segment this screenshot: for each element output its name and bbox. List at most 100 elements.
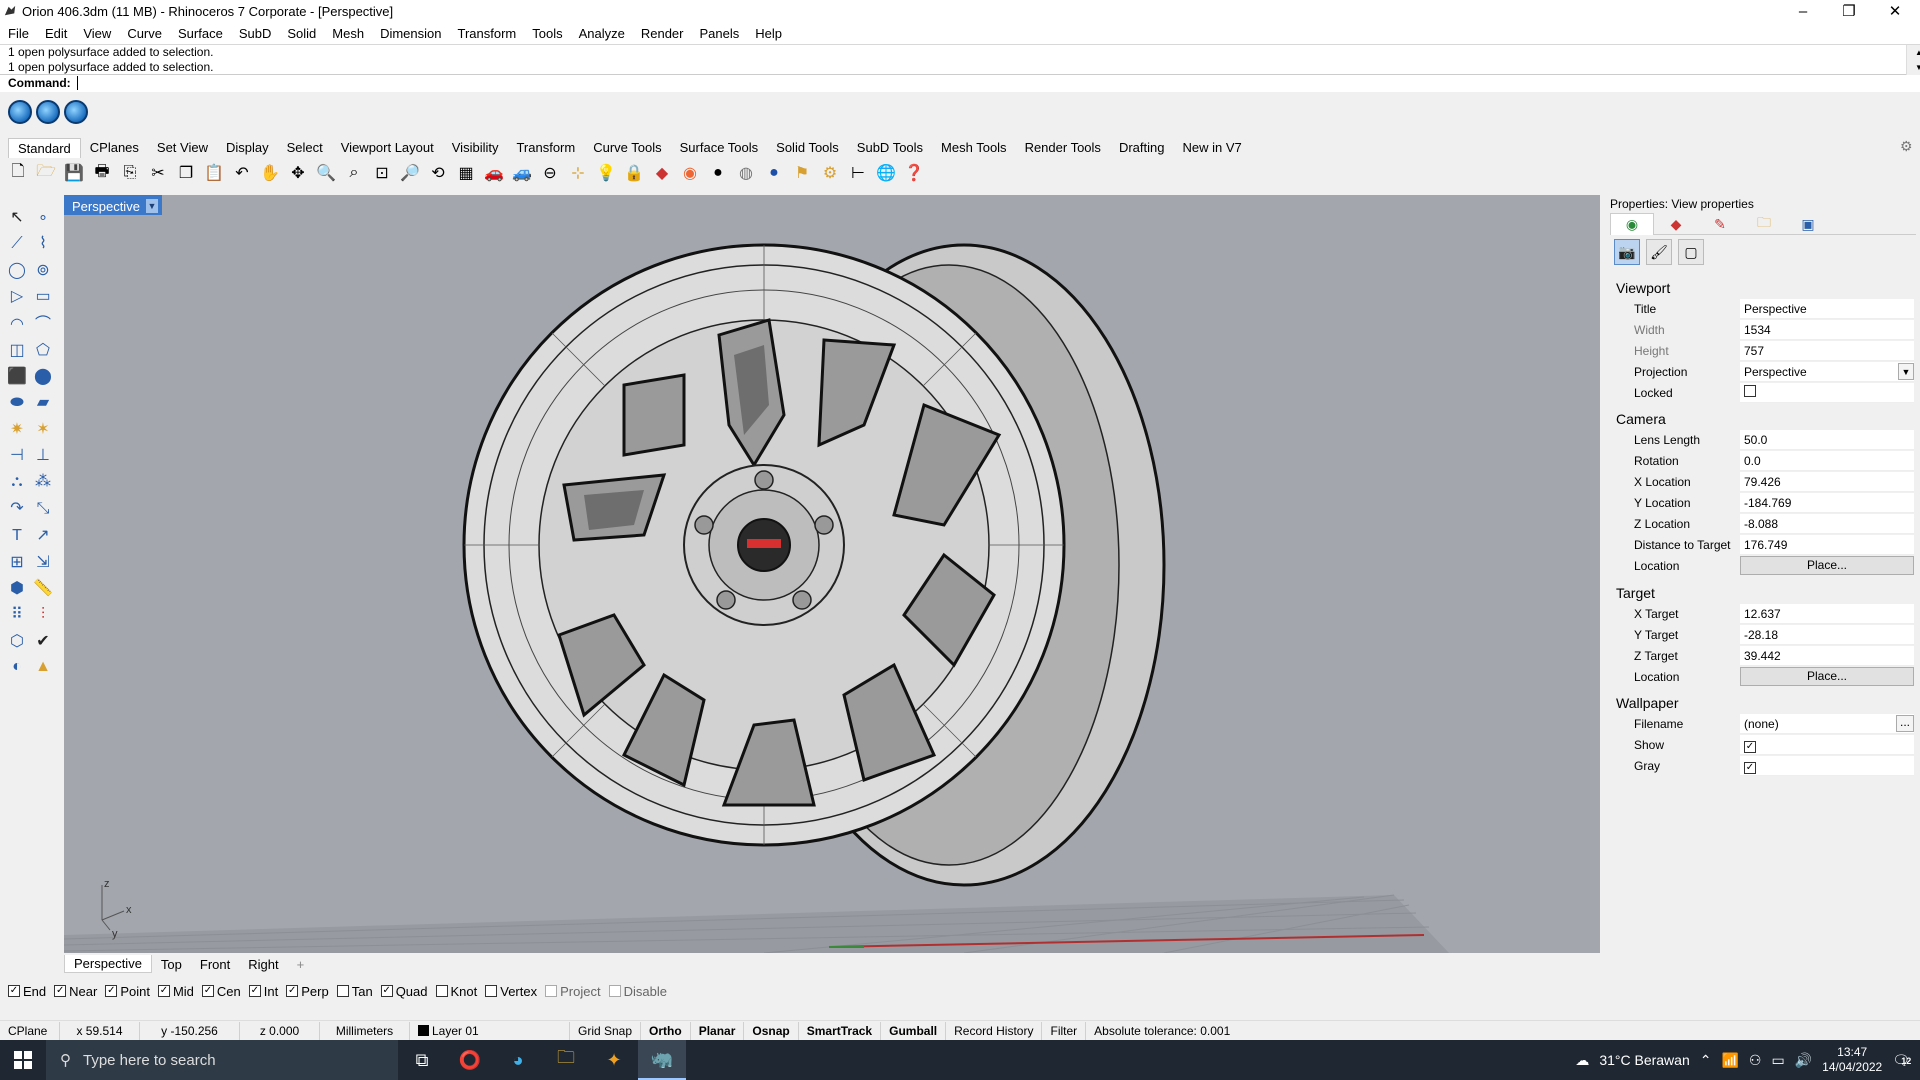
select-arrow-icon[interactable]: ↖ [4, 204, 30, 230]
four-view-icon[interactable]: ▦ [454, 161, 478, 185]
status-units[interactable]: Millimeters [320, 1021, 410, 1040]
camera-place-button[interactable]: Place... [1740, 556, 1914, 575]
named-views-tab-icon[interactable]: ▣ [1786, 213, 1830, 235]
menu-analyze[interactable]: Analyze [571, 26, 633, 41]
pan-hand-icon[interactable]: ✋ [258, 161, 282, 185]
move-view-icon[interactable]: ✥ [286, 161, 310, 185]
join-icon[interactable]: ⛬ [4, 469, 30, 495]
frame-icon[interactable]: ▢ [1678, 239, 1704, 265]
cplane-icon[interactable]: ⊖ [538, 161, 562, 185]
view-tab-right[interactable]: Right [239, 957, 287, 972]
locked-checkbox[interactable] [1744, 384, 1756, 397]
y-location-field[interactable]: -184.769 [1740, 492, 1914, 513]
curve-icon[interactable]: ⌇ [30, 230, 56, 256]
circle-icon[interactable]: ◯ [4, 257, 30, 283]
camera-icon[interactable]: 📷 [1614, 239, 1640, 265]
tab-mesh-tools[interactable]: Mesh Tools [932, 138, 1016, 158]
checkbox[interactable]: ✓ [286, 985, 299, 997]
tab-display[interactable]: Display [217, 138, 278, 158]
render-icon[interactable]: ● [762, 161, 786, 185]
tab-transform[interactable]: Transform [507, 138, 584, 158]
text-icon[interactable]: T [4, 523, 30, 549]
osnap-tan[interactable]: Tan [336, 984, 373, 999]
osnap-toggle[interactable]: Osnap [744, 1021, 799, 1040]
box-icon[interactable]: ⬛ [4, 363, 30, 389]
menu-surface[interactable]: Surface [170, 26, 231, 41]
lightbulb-icon[interactable]: 💡 [594, 161, 618, 185]
gear-icon[interactable]: ⚙ [1900, 138, 1913, 155]
status-cplane[interactable]: CPlane [0, 1021, 60, 1040]
help-icon[interactable]: ❓ [902, 161, 926, 185]
boolean-icon[interactable]: ⬤ [30, 363, 56, 389]
render-mesh-icon[interactable]: ✶ [30, 416, 56, 442]
notification-icon[interactable]: 🗨 12 [1892, 1052, 1911, 1069]
settings-gears-icon[interactable]: ⚙ [818, 161, 842, 185]
rotate-icon[interactable]: ↷ [4, 495, 30, 521]
x-location-field[interactable]: 79.426 [1740, 471, 1914, 492]
fillet-icon[interactable]: ⌒ [30, 309, 56, 335]
menu-file[interactable]: File [0, 26, 37, 41]
osnap-project[interactable]: Project [545, 984, 601, 999]
clock[interactable]: 13:47 14/04/2022 [1822, 1045, 1882, 1075]
surface-edge-icon[interactable]: ⬠ [30, 337, 56, 363]
add-view-icon[interactable]: + [288, 957, 314, 972]
osnap-mid[interactable]: ✓ Mid [157, 984, 194, 999]
gray-checkbox[interactable]: ✓ [1744, 761, 1756, 774]
rotation-field[interactable]: 0.0 [1740, 450, 1914, 471]
help-tab-icon[interactable]: ✎ [1698, 213, 1742, 235]
snapshot-icon[interactable]: ◐ [4, 654, 30, 680]
view-tab-top[interactable]: Top [152, 957, 191, 972]
tab-cplanes[interactable]: CPlanes [81, 138, 148, 158]
rotate-view-icon[interactable]: ⟲ [426, 161, 450, 185]
z-target-field[interactable]: 39.442 [1740, 645, 1914, 666]
plugin-icon[interactable] [36, 100, 60, 124]
battery-icon[interactable]: ▭ [1771, 1052, 1784, 1069]
osnap-vertex[interactable]: Vertex [485, 984, 537, 999]
tab-subd-tools[interactable]: SubD Tools [848, 138, 932, 158]
rhino-taskbar-icon[interactable]: 🦏 [638, 1040, 686, 1080]
opera-icon[interactable]: ⭕ [446, 1040, 494, 1080]
taskbar-search-box[interactable]: ⚲ Type here to search [46, 1040, 398, 1080]
menu-edit[interactable]: Edit [37, 26, 75, 41]
tab-set-view[interactable]: Set View [148, 138, 217, 158]
checkbox[interactable] [336, 985, 349, 997]
ruler-icon[interactable]: 📏 [30, 575, 56, 601]
volume-icon[interactable]: 🔊 [1795, 1052, 1812, 1069]
grid-array-icon[interactable]: ⠿ [4, 601, 30, 627]
checkbox[interactable]: ✓ [157, 985, 170, 997]
lens-length-field[interactable]: 50.0 [1740, 429, 1914, 450]
tab-visibility[interactable]: Visibility [443, 138, 508, 158]
menu-subd[interactable]: SubD [231, 26, 280, 41]
rectangle-icon[interactable]: ▭ [30, 283, 56, 309]
menu-mesh[interactable]: Mesh [324, 26, 372, 41]
layers-tab-icon[interactable]: ◆ [1654, 213, 1698, 235]
menu-view[interactable]: View [75, 26, 119, 41]
command-line[interactable]: Command: [0, 74, 1906, 92]
zoom-selected-icon[interactable]: 🔎 [398, 161, 422, 185]
tab-drafting[interactable]: Drafting [1110, 138, 1174, 158]
checkbox[interactable] [435, 985, 448, 997]
dim-icon[interactable]: ↗ [30, 522, 56, 548]
zoom-extents-icon[interactable]: ⊡ [370, 161, 394, 185]
osnap-end[interactable]: ✓ End [8, 984, 46, 999]
plugin-icon[interactable] [64, 100, 88, 124]
paste-icon[interactable]: 📋 [202, 161, 226, 185]
planar-toggle[interactable]: Planar [691, 1021, 745, 1040]
cut-icon[interactable]: ✂ [146, 161, 170, 185]
minimize-button[interactable]: – [1780, 0, 1826, 22]
analyze-icon[interactable]: ⫶ [30, 602, 56, 628]
polyline-icon[interactable]: ⟋ [4, 231, 30, 257]
cage-icon[interactable]: ⬡ [4, 628, 30, 654]
menu-tools[interactable]: Tools [524, 26, 570, 41]
restore-button[interactable]: ❐ [1826, 0, 1872, 22]
lock-icon[interactable]: 🔒 [622, 161, 646, 185]
file-explorer-icon[interactable]: 🗀 [542, 1040, 590, 1080]
checkbox[interactable]: ✓ [201, 985, 214, 997]
undo-icon[interactable]: ↶ [230, 161, 254, 185]
extrude-icon[interactable]: ▰ [30, 389, 56, 415]
menu-transform[interactable]: Transform [449, 26, 524, 41]
render-light-icon[interactable]: ▲ [30, 654, 56, 680]
save-icon[interactable]: 💾 [62, 161, 86, 185]
split-icon[interactable]: ⊥ [30, 442, 56, 468]
point-icon[interactable]: ∘ [30, 204, 56, 230]
